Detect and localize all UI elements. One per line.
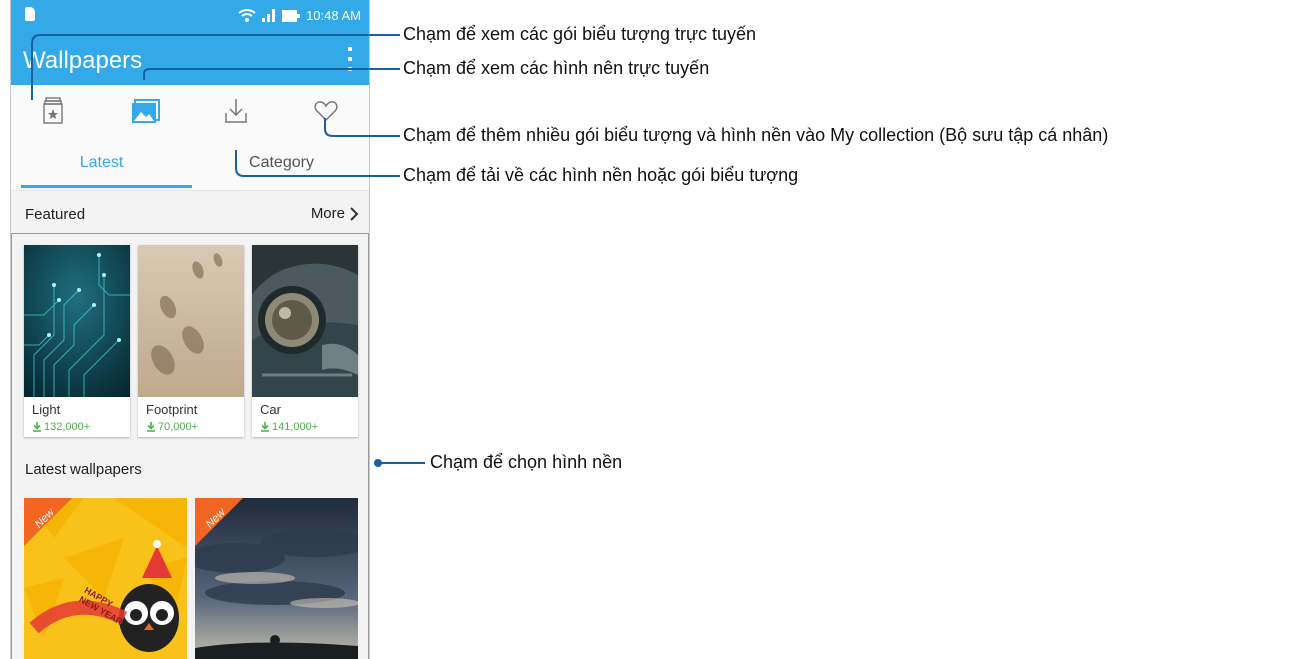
- callout-download: Chạm để tải về các hình nền hoặc gói biể…: [403, 165, 799, 185]
- callout-collection: Chạm để thêm nhiều gói biểu tượng và hìn…: [403, 125, 1109, 145]
- callout-wallpapers: Chạm để xem các hình nên trực tuyến: [403, 58, 710, 78]
- callout-lines: [31, 34, 425, 467]
- callout-icon-packs: Chạm để xem các gói biểu tượng trực tuyế…: [403, 24, 757, 44]
- callout-select: Chạm để chọn hình nền: [430, 452, 623, 472]
